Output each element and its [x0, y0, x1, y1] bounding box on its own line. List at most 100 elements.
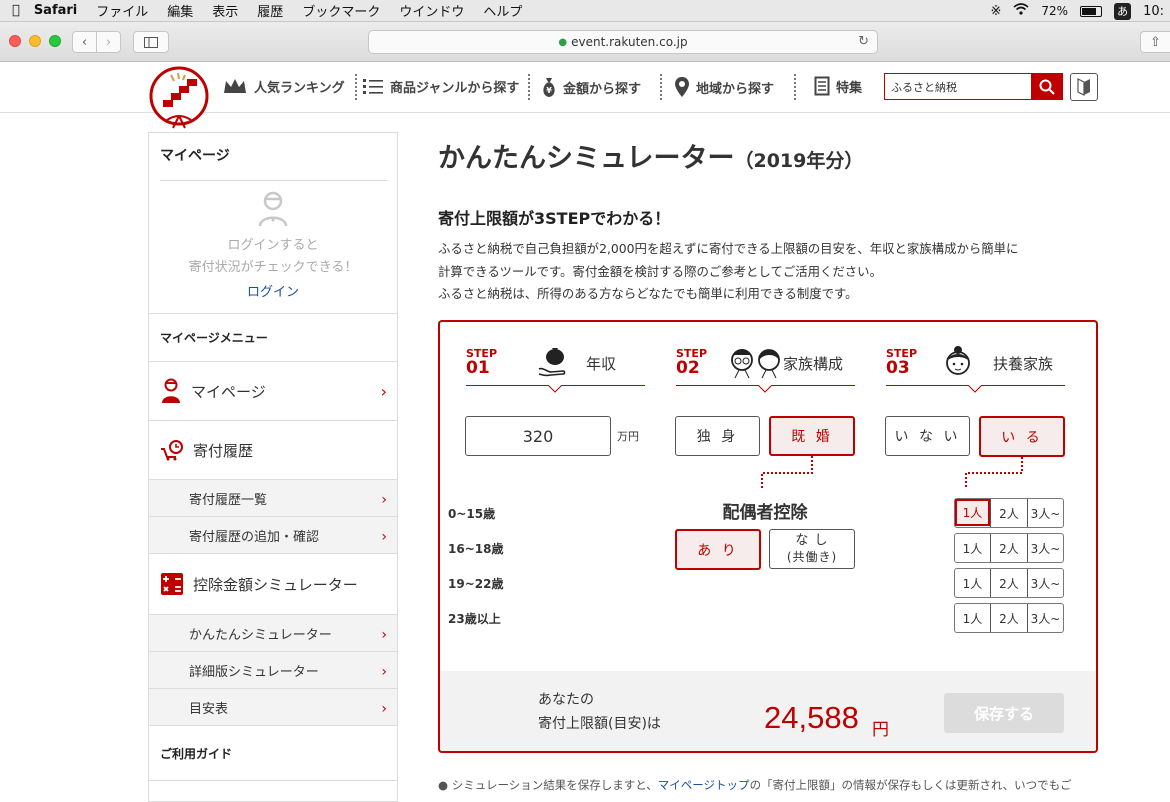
mypage-sidebar: マイページ ログインすると 寄付状況がチェックできる！ ログイン マイページメニ… [148, 132, 398, 802]
chevron-right-icon: › [381, 529, 387, 545]
step2-number: 02 [676, 358, 700, 378]
step1-pointer [548, 385, 562, 393]
dependents-none-button[interactable]: い な い [885, 416, 970, 456]
step3-number: 03 [886, 358, 910, 378]
battery-percent: 72% [1041, 4, 1069, 18]
dependents-connector [965, 457, 1023, 489]
spouse-deduction-no-button[interactable]: な し (共働き) [769, 529, 855, 569]
age-0-15-option-3[interactable]: 3人~ [1027, 499, 1063, 527]
sidebar-divider [160, 180, 387, 181]
footnote-text-after: の「寄付上限額」の情報が保存もしくは更新され、いつでもご [749, 778, 1072, 792]
ime-indicator[interactable]: あ [1114, 2, 1132, 20]
age-16-18-option-1[interactable]: 1人 [955, 534, 990, 562]
spouse-no-line1: な し [795, 533, 829, 548]
age-label-19-22: 19~22歳 [448, 577, 504, 591]
sidebar-subitem-sim-detail[interactable]: 詳細版シミュレーター › [149, 651, 397, 688]
save-button[interactable]: 保存する [944, 693, 1064, 733]
apple-icon[interactable]:  [12, 3, 20, 18]
age-16-18-option-2[interactable]: 2人 [990, 534, 1027, 562]
marital-married-button[interactable]: 既 婚 [769, 416, 855, 456]
age-23-plus-option-2[interactable]: 2人 [990, 604, 1027, 632]
age-0-15-option-2[interactable]: 2人 [990, 499, 1027, 527]
sidebar-subitem-sim-table[interactable]: 目安表 › [149, 688, 397, 725]
share-button[interactable]: ⇧ [1140, 31, 1170, 53]
income-input[interactable]: 320 [465, 416, 611, 456]
sidebar-subitem-label: かんたんシミュレーター [189, 627, 332, 643]
menu-view[interactable]: 表示 [212, 1, 238, 20]
forward-button[interactable]: › [96, 31, 121, 53]
nav-price-label: 金額から探す [563, 81, 642, 97]
age-label-23-plus: 23歳以上 [448, 612, 501, 626]
search-button[interactable] [1031, 74, 1062, 99]
nav-feature[interactable]: 特集 [814, 76, 862, 96]
nav-ranking[interactable]: 人気ランキング [222, 76, 345, 96]
age-19-22-option-2[interactable]: 2人 [990, 569, 1027, 597]
age-16-18-option-3[interactable]: 3人~ [1027, 534, 1063, 562]
battery-icon[interactable] [1080, 5, 1103, 17]
chevron-right-icon: › [381, 701, 387, 717]
age-19-22-option-3[interactable]: 3人~ [1027, 569, 1063, 597]
nav-region[interactable]: 地域から探す [674, 76, 774, 98]
login-message-line2: 寄付状況がチェックできる！ [188, 260, 358, 275]
step1-title: 年収 [586, 355, 617, 373]
map-pin-icon [675, 77, 689, 97]
nav-genre[interactable]: 商品ジャンルから探す [362, 76, 519, 96]
svg-text:¥: ¥ [546, 86, 552, 95]
marital-single-button[interactable]: 独 身 [675, 416, 760, 456]
menu-app-name[interactable]: Safari [34, 3, 77, 18]
sidebar-subitem-history-add[interactable]: 寄付履歴の追加・確認 › [149, 516, 397, 553]
mypage-top-link[interactable]: マイページトップ [658, 778, 750, 792]
reload-icon[interactable]: ↻ [858, 34, 869, 49]
menu-help[interactable]: ヘルプ [483, 1, 522, 20]
menu-bookmarks[interactable]: ブックマーク [302, 1, 380, 20]
age-23-plus-option-3[interactable]: 3人~ [1027, 604, 1063, 632]
child-icon [946, 346, 970, 375]
calculator-icon [161, 573, 183, 595]
age-0-15-option-1[interactable]: 1人 [955, 499, 990, 526]
address-bar[interactable]: ● event.rakuten.co.jp ↻ [368, 30, 878, 54]
back-button[interactable]: ‹ [72, 31, 97, 53]
sidebar-item-mypage[interactable]: マイページ › [149, 361, 397, 420]
menu-edit[interactable]: 編集 [167, 1, 193, 20]
dependents-yes-button[interactable]: い る [979, 416, 1065, 457]
zoom-window-button[interactable] [49, 35, 61, 47]
site-header: 人気ランキング 商品ジャンルから探す ¥ 金額から探す 地域から探す 特集 [0, 62, 1170, 129]
sidebar-subitem-label: 詳細版シミュレーター [189, 664, 319, 680]
search-input[interactable] [885, 74, 1031, 99]
menu-file[interactable]: ファイル [96, 1, 148, 20]
minimize-window-button[interactable] [29, 35, 41, 47]
chevron-right-icon: › [381, 492, 387, 508]
sidebar-item-history[interactable]: 寄付履歴 [149, 420, 397, 479]
beginner-mark-icon [1077, 78, 1090, 96]
beginner-mark-button[interactable] [1070, 73, 1098, 101]
sidebar-subitem-history-list[interactable]: 寄付履歴一覧 › [149, 479, 397, 516]
sidebar-toggle-button[interactable] [133, 31, 169, 53]
sidebar-item-simulator[interactable]: 控除金額シミュレーター [149, 553, 397, 614]
spouse-deduction-yes-button[interactable]: あ り [675, 529, 761, 570]
guide-heading-row: ご利用ガイド [149, 725, 397, 781]
wifi-icon[interactable] [1013, 3, 1029, 19]
nav-price[interactable]: ¥ 金額から探す [541, 76, 641, 98]
income-hand-icon [538, 348, 566, 377]
spouse-deduction-heading: 配偶者控除 [722, 503, 808, 523]
step3-title: 扶養家族 [993, 355, 1054, 373]
menu-history[interactable]: 履歴 [257, 1, 283, 20]
nav-divider [528, 74, 530, 100]
menu-window[interactable]: ウインドウ [399, 1, 464, 20]
age-19-22-option-1[interactable]: 1人 [955, 569, 990, 597]
furusato-logo[interactable] [147, 66, 211, 130]
footnote: ● シミュレーション結果を保存しますと、マイページトップの「寄付上限額」の情報が… [438, 777, 1098, 793]
sidebar-item-mypage-label: マイページ [191, 382, 266, 401]
login-link[interactable]: ログイン [149, 281, 397, 300]
sidebar-subitem-sim-easy[interactable]: かんたんシミュレーター › [149, 614, 397, 651]
sidebar-title: マイページ [160, 148, 230, 164]
age-23-plus-option-1[interactable]: 1人 [955, 604, 990, 632]
income-unit: 万円 [617, 430, 639, 443]
step1-label: STEP 01 [466, 348, 497, 378]
close-window-button[interactable] [9, 35, 21, 47]
chevron-right-icon: › [380, 381, 387, 401]
guide-heading[interactable]: ご利用ガイド [149, 745, 232, 762]
clock[interactable]: 10: [1143, 4, 1164, 19]
bluetooth-icon[interactable]: ※ [991, 4, 1002, 19]
step3-label: STEP 03 [886, 348, 917, 378]
